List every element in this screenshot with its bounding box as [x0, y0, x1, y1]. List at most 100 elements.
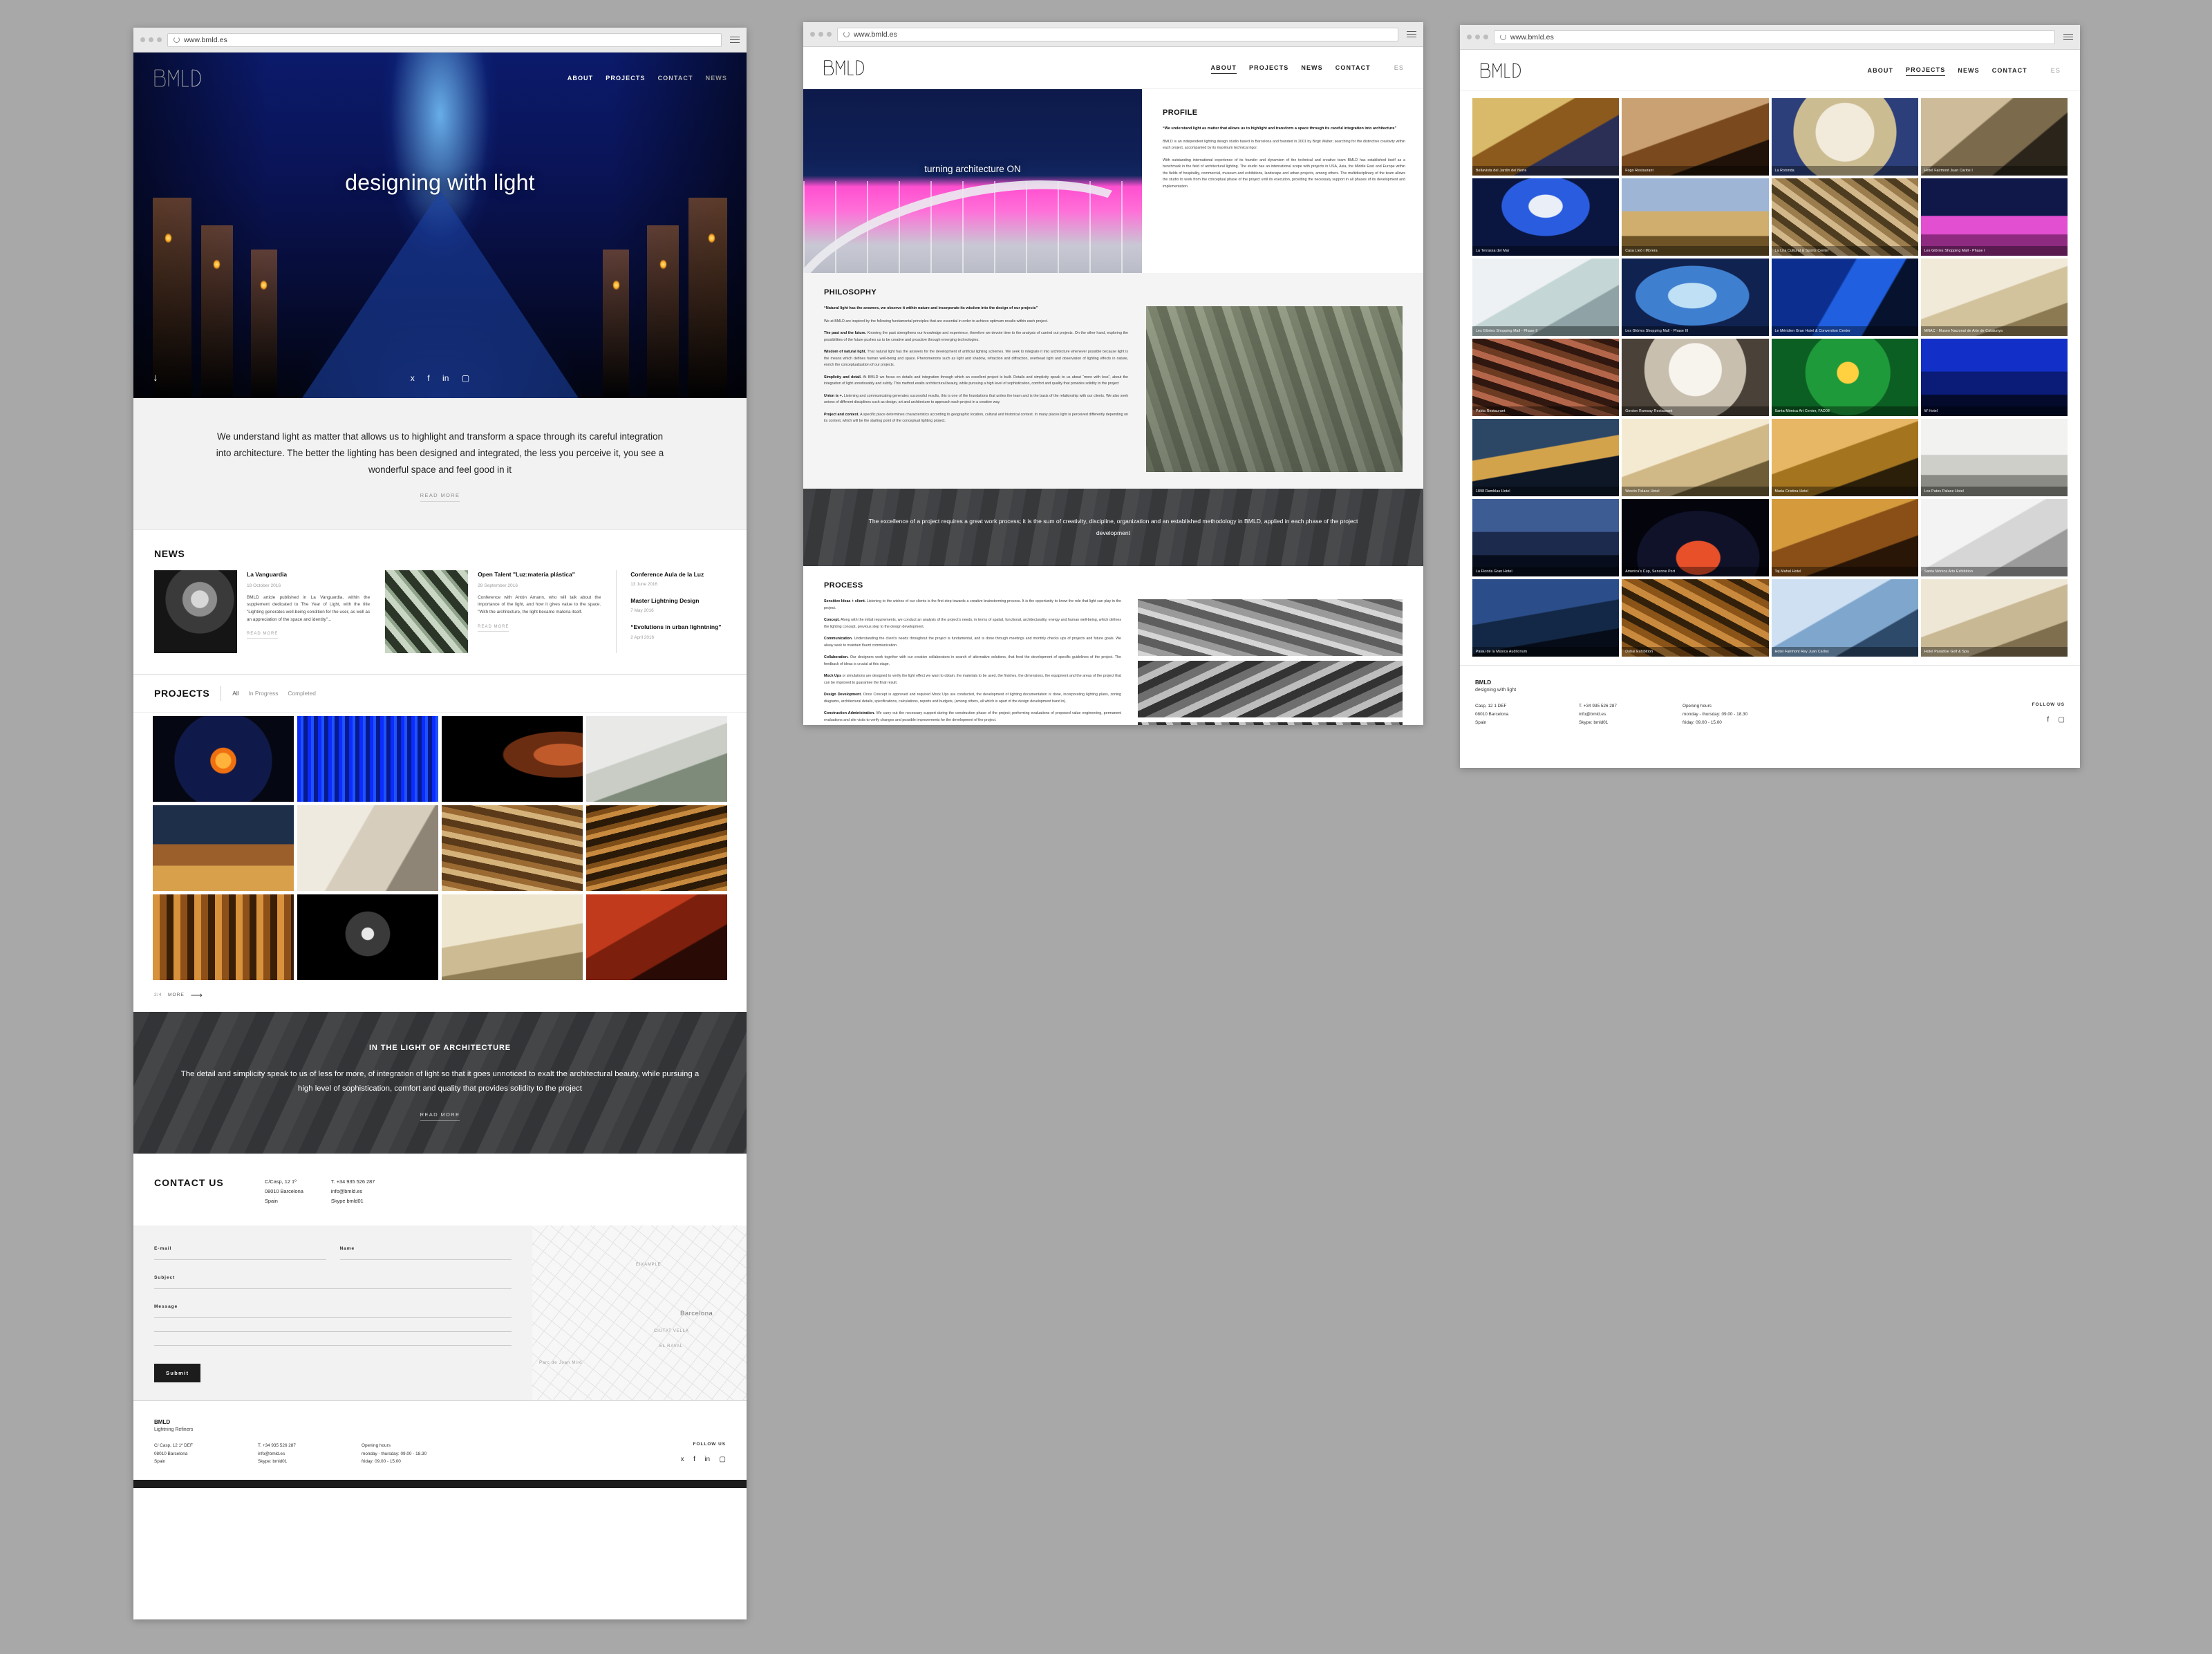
intro-read-more-link[interactable]: READ MORE: [420, 492, 460, 502]
project-tile[interactable]: Palau de la Música Auditorium: [1472, 579, 1620, 657]
project-tile[interactable]: Les Glòries Shopping Mall - Phase III: [1622, 259, 1769, 336]
project-tile[interactable]: La Lira Cultural & Sports Center: [1771, 178, 1918, 256]
project-tile[interactable]: 1898 Ramblas Hotel: [1472, 419, 1620, 496]
facebook-icon[interactable]: f: [427, 373, 429, 383]
project-tile[interactable]: America's Cup, Senzone Port: [1622, 499, 1769, 576]
project-tile[interactable]: Santa Mònica Arts Exhibition: [1920, 499, 2068, 576]
nav-item-about[interactable]: ABOUT: [1210, 62, 1237, 74]
arrow-right-icon[interactable]: ⟶: [191, 991, 203, 999]
email-input[interactable]: [154, 1259, 326, 1260]
project-thumbnail[interactable]: [297, 715, 438, 802]
news-read-more-link[interactable]: READ MORE: [478, 625, 509, 632]
project-tile[interactable]: Maria Cristina Hotel: [1771, 419, 1918, 496]
menu-icon[interactable]: [2061, 33, 2073, 41]
project-tile[interactable]: Dubai Exhibition: [1622, 579, 1769, 657]
project-thumbnail[interactable]: [153, 894, 294, 980]
news-side-item[interactable]: “Evolutions in urban lighntning” 2 April…: [630, 623, 726, 639]
filter-completed[interactable]: Completed: [288, 690, 316, 697]
minimize-dot-icon[interactable]: [1475, 35, 1480, 39]
minimize-dot-icon[interactable]: [149, 37, 153, 42]
nav-item-projects[interactable]: PROJECTS: [1906, 64, 1946, 76]
reload-icon[interactable]: [843, 31, 850, 37]
twitter-icon[interactable]: x: [681, 1456, 684, 1463]
project-tile[interactable]: La Florida Gran Hotel: [1472, 499, 1620, 576]
project-thumbnail[interactable]: [442, 805, 583, 891]
projects-pager[interactable]: 2/4 MORE ⟶: [133, 980, 747, 1012]
news-read-more-link[interactable]: READ MORE: [247, 632, 279, 639]
message-input-line-2[interactable]: [154, 1331, 512, 1332]
project-tile[interactable]: Taj Mahal Hotel: [1771, 499, 1918, 576]
project-tile[interactable]: Bellavista del Jardín del Norte: [1472, 98, 1620, 176]
news-card[interactable]: Open Talent "Luz:materia plástica" 28 Se…: [385, 570, 601, 653]
footer-email[interactable]: info@bmld.es: [258, 1450, 362, 1458]
nav-item-contact[interactable]: CONTACT: [1335, 62, 1371, 73]
projects-filters[interactable]: All In Progress Completed: [232, 690, 316, 697]
footer-social-links[interactable]: f ▢: [2032, 713, 2065, 725]
window-controls[interactable]: [1467, 35, 1488, 39]
twitter-icon[interactable]: x: [411, 373, 415, 383]
news-thumbnail[interactable]: [385, 570, 469, 653]
instagram-icon[interactable]: ▢: [720, 1456, 726, 1463]
project-tile[interactable]: Fogo Restaurant: [1622, 98, 1769, 176]
close-dot-icon[interactable]: [810, 32, 815, 37]
message-input-line-3[interactable]: [154, 1344, 512, 1346]
reload-icon[interactable]: [174, 37, 180, 43]
nav-item-about[interactable]: ABOUT: [1868, 65, 1894, 76]
project-thumbnail[interactable]: [297, 894, 438, 980]
location-map[interactable]: EIXAMPLE CIUTAT VELLA EL RAVAL Barcelona…: [532, 1225, 747, 1400]
news-thumbnail[interactable]: [154, 570, 237, 653]
instagram-icon[interactable]: ▢: [462, 373, 469, 383]
facebook-icon[interactable]: f: [693, 1456, 695, 1463]
submit-button[interactable]: Submit: [154, 1363, 201, 1382]
logo-bmld[interactable]: [823, 59, 865, 77]
facebook-icon[interactable]: f: [2047, 716, 2049, 724]
address-bar[interactable]: www.bmld.es: [167, 32, 722, 47]
project-tile[interactable]: Les Glòries Shopping Mall - Phase I: [1920, 178, 2068, 256]
maximize-dot-icon[interactable]: [1483, 35, 1488, 39]
nav-item-projects[interactable]: PROJECTS: [1249, 62, 1288, 73]
project-thumbnail[interactable]: [586, 805, 727, 891]
project-tile[interactable]: Casa Lleó i Morera: [1622, 178, 1769, 256]
project-tile[interactable]: La Rotonda: [1771, 98, 1918, 176]
address-bar[interactable]: www.bmld.es: [1494, 30, 2055, 44]
project-thumbnail[interactable]: [153, 805, 294, 891]
menu-icon[interactable]: [1404, 30, 1416, 38]
project-tile[interactable]: Le Méridien Gran Hotel & Convention Cent…: [1771, 259, 1918, 336]
maximize-dot-icon[interactable]: [157, 37, 162, 42]
project-tile[interactable]: Gordon Ramsay Restaurant: [1622, 339, 1769, 416]
main-navigation[interactable]: ABOUT PROJECTS NEWS CONTACT ES: [1199, 62, 1404, 74]
quote-band-read-more-link[interactable]: READ MORE: [420, 1111, 460, 1122]
projects-more-label[interactable]: MORE: [168, 993, 185, 997]
project-thumbnail[interactable]: [442, 894, 583, 980]
close-dot-icon[interactable]: [140, 37, 145, 42]
maximize-dot-icon[interactable]: [827, 32, 832, 37]
project-thumbnail[interactable]: [586, 715, 727, 802]
project-tile[interactable]: Hotel Paradise Golf & Spa: [1920, 579, 2068, 657]
hero-social-links[interactable]: x f in ▢: [133, 372, 747, 384]
message-input-line-1[interactable]: [154, 1317, 512, 1318]
subject-input[interactable]: [154, 1288, 512, 1289]
project-tile[interactable]: Pakta Restaurant: [1472, 339, 1620, 416]
project-tile[interactable]: Westin Palace Hotel: [1622, 419, 1769, 496]
nav-item-contact[interactable]: CONTACT: [1992, 65, 2027, 76]
filter-in-progress[interactable]: In Progress: [249, 690, 279, 697]
project-tile[interactable]: Hotel Fairmont Rey Juan Carlos: [1771, 579, 1918, 657]
project-tile[interactable]: Les Glòries Shopping Mall - Phase II: [1472, 259, 1620, 336]
nav-item-news[interactable]: NEWS: [1958, 65, 1979, 76]
project-tile[interactable]: Santa Mònica Art Center, FAD08: [1771, 339, 1918, 416]
linkedin-icon[interactable]: in: [704, 1456, 710, 1463]
project-tile[interactable]: W Hotel: [1920, 339, 2068, 416]
project-tile[interactable]: Hotel Fairmont Juan Carlos I: [1920, 98, 2068, 176]
menu-icon[interactable]: [727, 36, 740, 44]
footer-social-links[interactable]: x f in ▢: [675, 1452, 726, 1465]
language-switcher-es[interactable]: ES: [2051, 65, 2061, 76]
name-input[interactable]: [339, 1259, 512, 1260]
news-side-item[interactable]: Conference Aula de la Luz 13 June 2016: [630, 570, 726, 587]
project-tile[interactable]: La Terrassa del Mar: [1472, 178, 1620, 256]
project-thumbnail[interactable]: [153, 715, 294, 802]
window-controls[interactable]: [810, 32, 832, 37]
address-bar[interactable]: www.bmld.es: [837, 27, 1398, 41]
news-card[interactable]: La Vanguardia 18 October 2016 BMLD artic…: [154, 570, 370, 653]
project-thumbnail[interactable]: [297, 805, 438, 891]
minimize-dot-icon[interactable]: [818, 32, 823, 37]
